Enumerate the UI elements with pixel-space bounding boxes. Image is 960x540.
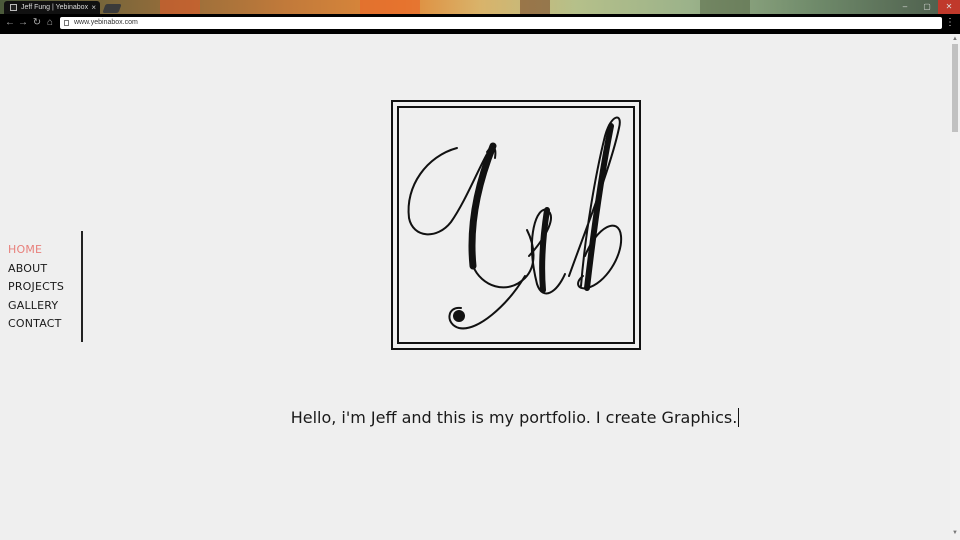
browser-tab[interactable]: Jeff Fung | Yebinabox × (4, 1, 100, 14)
nav-gallery[interactable]: GALLERY (8, 297, 82, 316)
tab-close-icon[interactable]: × (91, 1, 96, 14)
maximize-button[interactable]: ▢ (916, 0, 938, 14)
hero-tagline: Hello, i'm Jeff and this is my portfolio… (0, 408, 960, 427)
new-tab-button[interactable] (102, 4, 122, 13)
tab-title: Jeff Fung | Yebinabox (21, 4, 89, 11)
wallpaper-streak (160, 0, 200, 14)
browser-titlebar: Jeff Fung | Yebinabox × – ▢ ✕ (0, 0, 960, 14)
back-icon[interactable]: ← (4, 17, 16, 29)
wallpaper-streak (360, 0, 420, 14)
reload-icon[interactable]: ↻ (31, 17, 43, 29)
nav-divider (81, 231, 83, 342)
forward-icon[interactable]: → (17, 17, 29, 29)
nav-about[interactable]: ABOUT (8, 260, 82, 279)
page-info-icon[interactable] (64, 20, 69, 26)
browser-toolbar: ← → ↻ ⌂ www.yebinabox.com ⋮ (0, 14, 960, 32)
scroll-up-icon[interactable]: ▲ (952, 36, 958, 42)
yeb-monogram-logo-icon (407, 116, 623, 330)
toolbar-divider (0, 32, 960, 34)
home-icon[interactable]: ⌂ (44, 17, 56, 29)
url-text: www.yebinabox.com (74, 19, 138, 26)
nav-projects[interactable]: PROJECTS (8, 278, 82, 297)
scrollbar-thumb[interactable] (952, 44, 958, 132)
scroll-down-icon[interactable]: ▼ (952, 530, 958, 536)
minimize-button[interactable]: – (894, 0, 916, 14)
wallpaper-streak (700, 0, 750, 14)
address-bar[interactable]: www.yebinabox.com (60, 17, 942, 29)
close-window-button[interactable]: ✕ (938, 0, 960, 14)
browser-menu-icon[interactable]: ⋮ (945, 17, 955, 29)
wallpaper-streak (520, 0, 550, 14)
tagline-text: Hello, i'm Jeff and this is my portfolio… (290, 408, 738, 427)
typing-cursor (738, 408, 740, 427)
nav-contact[interactable]: CONTACT (8, 315, 82, 334)
favicon-icon (10, 4, 17, 11)
side-nav: HOME ABOUT PROJECTS GALLERY CONTACT (8, 241, 82, 334)
nav-home[interactable]: HOME (8, 241, 82, 260)
